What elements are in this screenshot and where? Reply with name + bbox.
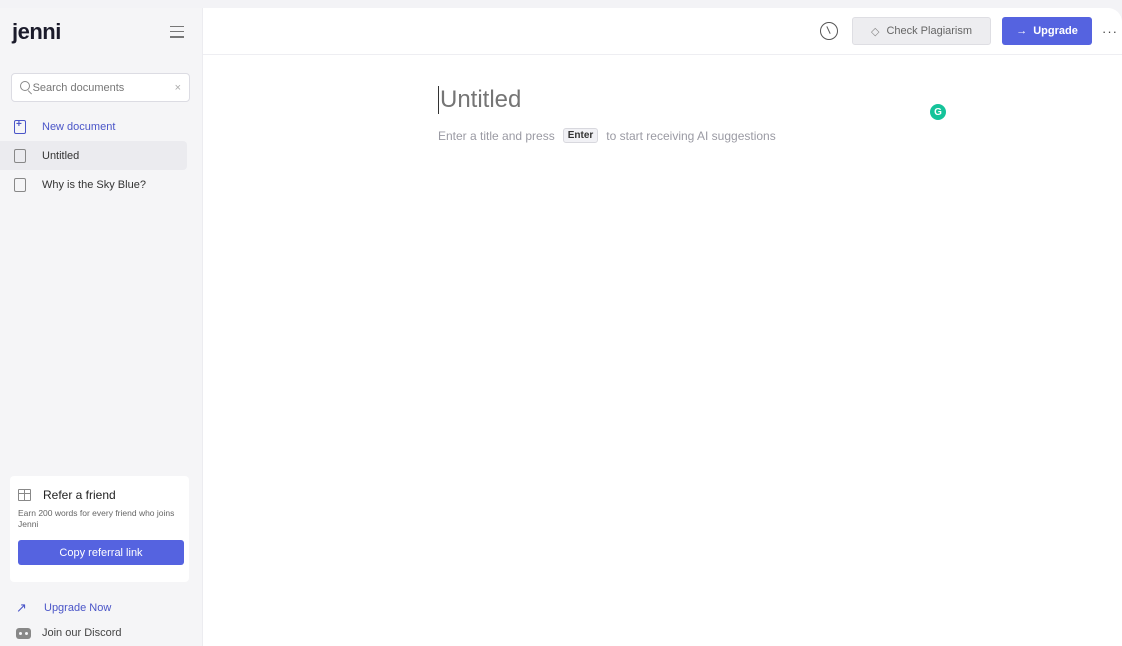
document-item-sky-blue[interactable]: Why is the Sky Blue? xyxy=(0,170,187,199)
copy-referral-link-button[interactable]: Copy referral link xyxy=(18,540,184,565)
join-discord-link[interactable]: Join our Discord xyxy=(16,627,121,639)
search-box: × xyxy=(11,73,190,102)
brand-row: jenni xyxy=(0,8,202,55)
trending-up-icon: ↗ xyxy=(16,600,27,615)
topbar: ◇ Check Plagiarism → Upgrade ··· xyxy=(203,8,1122,55)
document-label: Untitled xyxy=(42,149,80,162)
shield-icon: ◇ xyxy=(870,25,880,38)
refer-title: Refer a friend xyxy=(18,488,181,502)
clear-search-icon[interactable]: × xyxy=(175,82,181,94)
grammarly-icon[interactable]: G xyxy=(930,104,946,120)
brand-logo: jenni xyxy=(12,18,61,44)
refer-description: Earn 200 words for every friend who join… xyxy=(18,508,175,529)
editor: Enter a title and press Enter to start r… xyxy=(438,86,818,143)
discord-icon xyxy=(16,627,31,639)
enter-key-badge: Enter xyxy=(562,128,599,143)
menu-icon[interactable] xyxy=(170,25,184,38)
main-editor-area: ◇ Check Plagiarism → Upgrade ··· Enter a… xyxy=(203,8,1122,646)
file-icon xyxy=(14,148,26,163)
document-title-input[interactable] xyxy=(438,86,818,114)
new-document-label: New document xyxy=(42,120,116,133)
file-icon xyxy=(14,177,26,192)
history-clock-icon[interactable] xyxy=(820,22,838,40)
document-list: New document Untitled Why is the Sky Blu… xyxy=(0,112,202,199)
new-document-button[interactable]: New document xyxy=(0,112,187,141)
hint-text-after: to start receiving AI suggestions xyxy=(606,128,776,143)
upgrade-button[interactable]: → Upgrade xyxy=(1002,17,1092,45)
sidebar: jenni × New document Untitled Why is the… xyxy=(0,8,203,646)
upgrade-now-link[interactable]: ↗ Upgrade Now xyxy=(16,600,111,616)
new-file-icon xyxy=(14,119,26,134)
upgrade-now-label: Upgrade Now xyxy=(44,602,112,614)
discord-label: Join our Discord xyxy=(42,627,122,639)
check-plagiarism-label: Check Plagiarism xyxy=(886,25,973,37)
search-icon xyxy=(20,81,30,94)
upgrade-label: Upgrade xyxy=(1033,25,1078,37)
refer-card: Refer a friend Earn 200 words for every … xyxy=(10,476,189,582)
app-window: jenni × New document Untitled Why is the… xyxy=(0,8,1122,646)
arrow-right-icon: → xyxy=(1016,25,1028,37)
check-plagiarism-button[interactable]: ◇ Check Plagiarism xyxy=(852,17,991,45)
gift-icon xyxy=(18,489,31,501)
title-hint: Enter a title and press Enter to start r… xyxy=(438,128,818,143)
hint-text-before: Enter a title and press xyxy=(438,128,555,143)
search-input[interactable] xyxy=(32,81,175,94)
refer-title-text: Refer a friend xyxy=(43,488,116,502)
document-item-untitled[interactable]: Untitled xyxy=(0,141,187,170)
document-label: Why is the Sky Blue? xyxy=(42,178,146,191)
more-options-icon[interactable]: ··· xyxy=(1102,24,1118,39)
